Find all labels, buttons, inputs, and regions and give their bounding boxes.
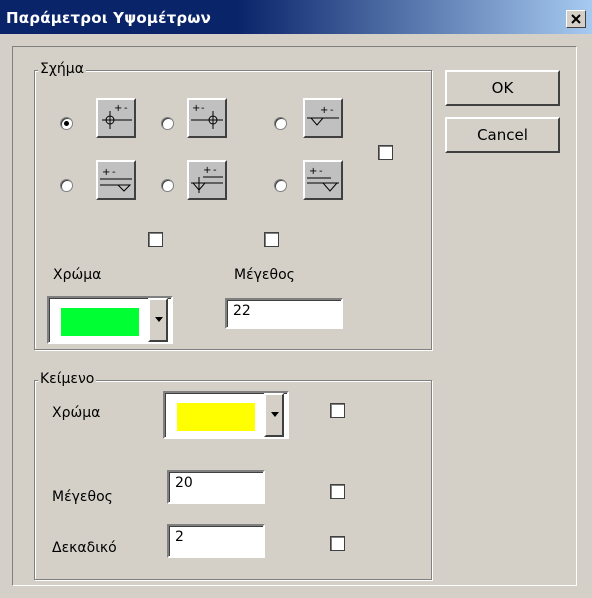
svg-text:-: - xyxy=(330,105,334,116)
decimal-label: Δεκαδικό xyxy=(52,540,117,556)
text-color-swatch xyxy=(177,403,255,431)
shape-button-cross-center[interactable]: + - xyxy=(96,98,136,138)
text-group-legend: Κείμενο xyxy=(38,371,97,387)
svg-text:+: + xyxy=(320,105,328,116)
shape-size-label: Μέγεθος xyxy=(234,267,295,283)
svg-text:-: - xyxy=(112,167,116,178)
text-color-select[interactable] xyxy=(163,391,289,439)
cancel-button[interactable]: Cancel xyxy=(445,117,560,153)
shape-button-cross-right[interactable]: + - xyxy=(187,98,227,138)
shape-button-triangle-bottom-right[interactable]: + - xyxy=(303,160,343,200)
text-color-checkbox[interactable] xyxy=(330,403,345,418)
svg-text:-: - xyxy=(213,165,217,176)
chevron-down-icon xyxy=(155,317,163,322)
svg-text:-: - xyxy=(319,166,323,177)
text-size-label: Μέγεθος xyxy=(52,489,113,505)
shape-triangle-bottom-right-icon: + - xyxy=(307,166,339,192)
shape-radio-5[interactable] xyxy=(161,179,174,192)
close-button[interactable] xyxy=(566,10,586,28)
shape-triangle-left-icon: + - xyxy=(191,165,223,193)
shape-group-legend: Σχήμα xyxy=(38,61,86,77)
shape-color-label: Χρώμα xyxy=(53,267,102,283)
svg-text:+: + xyxy=(114,103,122,114)
svg-text:+: + xyxy=(192,103,200,114)
decimal-input[interactable]: 2 xyxy=(167,524,265,558)
shape-cross-icon: + - xyxy=(102,103,132,129)
ok-button[interactable]: OK xyxy=(445,70,560,106)
title-bar[interactable]: Παράμετροι Υψομέτρων xyxy=(0,0,592,34)
text-size-checkbox[interactable] xyxy=(330,484,345,499)
shape-checkbox-right[interactable] xyxy=(264,232,279,247)
shape-color-select[interactable] xyxy=(47,296,173,344)
shape-button-triangle-below[interactable]: + - xyxy=(96,160,136,200)
shape-size-input[interactable]: 22 xyxy=(225,298,343,329)
shape-radio-4[interactable] xyxy=(60,179,73,192)
window-title: Παράμετροι Υψομέτρων xyxy=(6,9,211,27)
svg-text:-: - xyxy=(124,103,128,114)
decimal-checkbox[interactable] xyxy=(330,536,345,551)
shape-button-triangle-left[interactable]: + - xyxy=(187,160,227,200)
text-color-dropdown-button[interactable] xyxy=(264,393,284,437)
shape-button-triangle-right[interactable]: + - xyxy=(303,98,343,138)
shape-checkbox-left[interactable] xyxy=(148,232,163,247)
svg-text:+: + xyxy=(309,166,317,177)
shape-color-dropdown-button[interactable] xyxy=(148,298,168,342)
shape-color-swatch xyxy=(61,308,139,336)
radio-selected-dot xyxy=(64,121,69,126)
svg-text:-: - xyxy=(201,103,205,114)
shape-triangle-right-icon: + - xyxy=(307,105,339,126)
text-color-label: Χρώμα xyxy=(52,405,101,421)
close-icon xyxy=(571,14,581,24)
svg-text:+: + xyxy=(102,167,110,178)
shape-cross-right-icon: + - xyxy=(191,103,223,129)
shape-extra-checkbox[interactable] xyxy=(378,145,393,160)
text-size-input[interactable]: 20 xyxy=(167,470,265,504)
shape-radio-6[interactable] xyxy=(274,179,287,192)
shape-triangle-below-icon: + - xyxy=(100,167,132,192)
shape-radio-3[interactable] xyxy=(274,117,287,130)
shape-radio-1[interactable] xyxy=(60,117,73,130)
shape-radio-2[interactable] xyxy=(161,117,174,130)
chevron-down-icon xyxy=(271,412,279,417)
svg-text:+: + xyxy=(203,165,211,176)
